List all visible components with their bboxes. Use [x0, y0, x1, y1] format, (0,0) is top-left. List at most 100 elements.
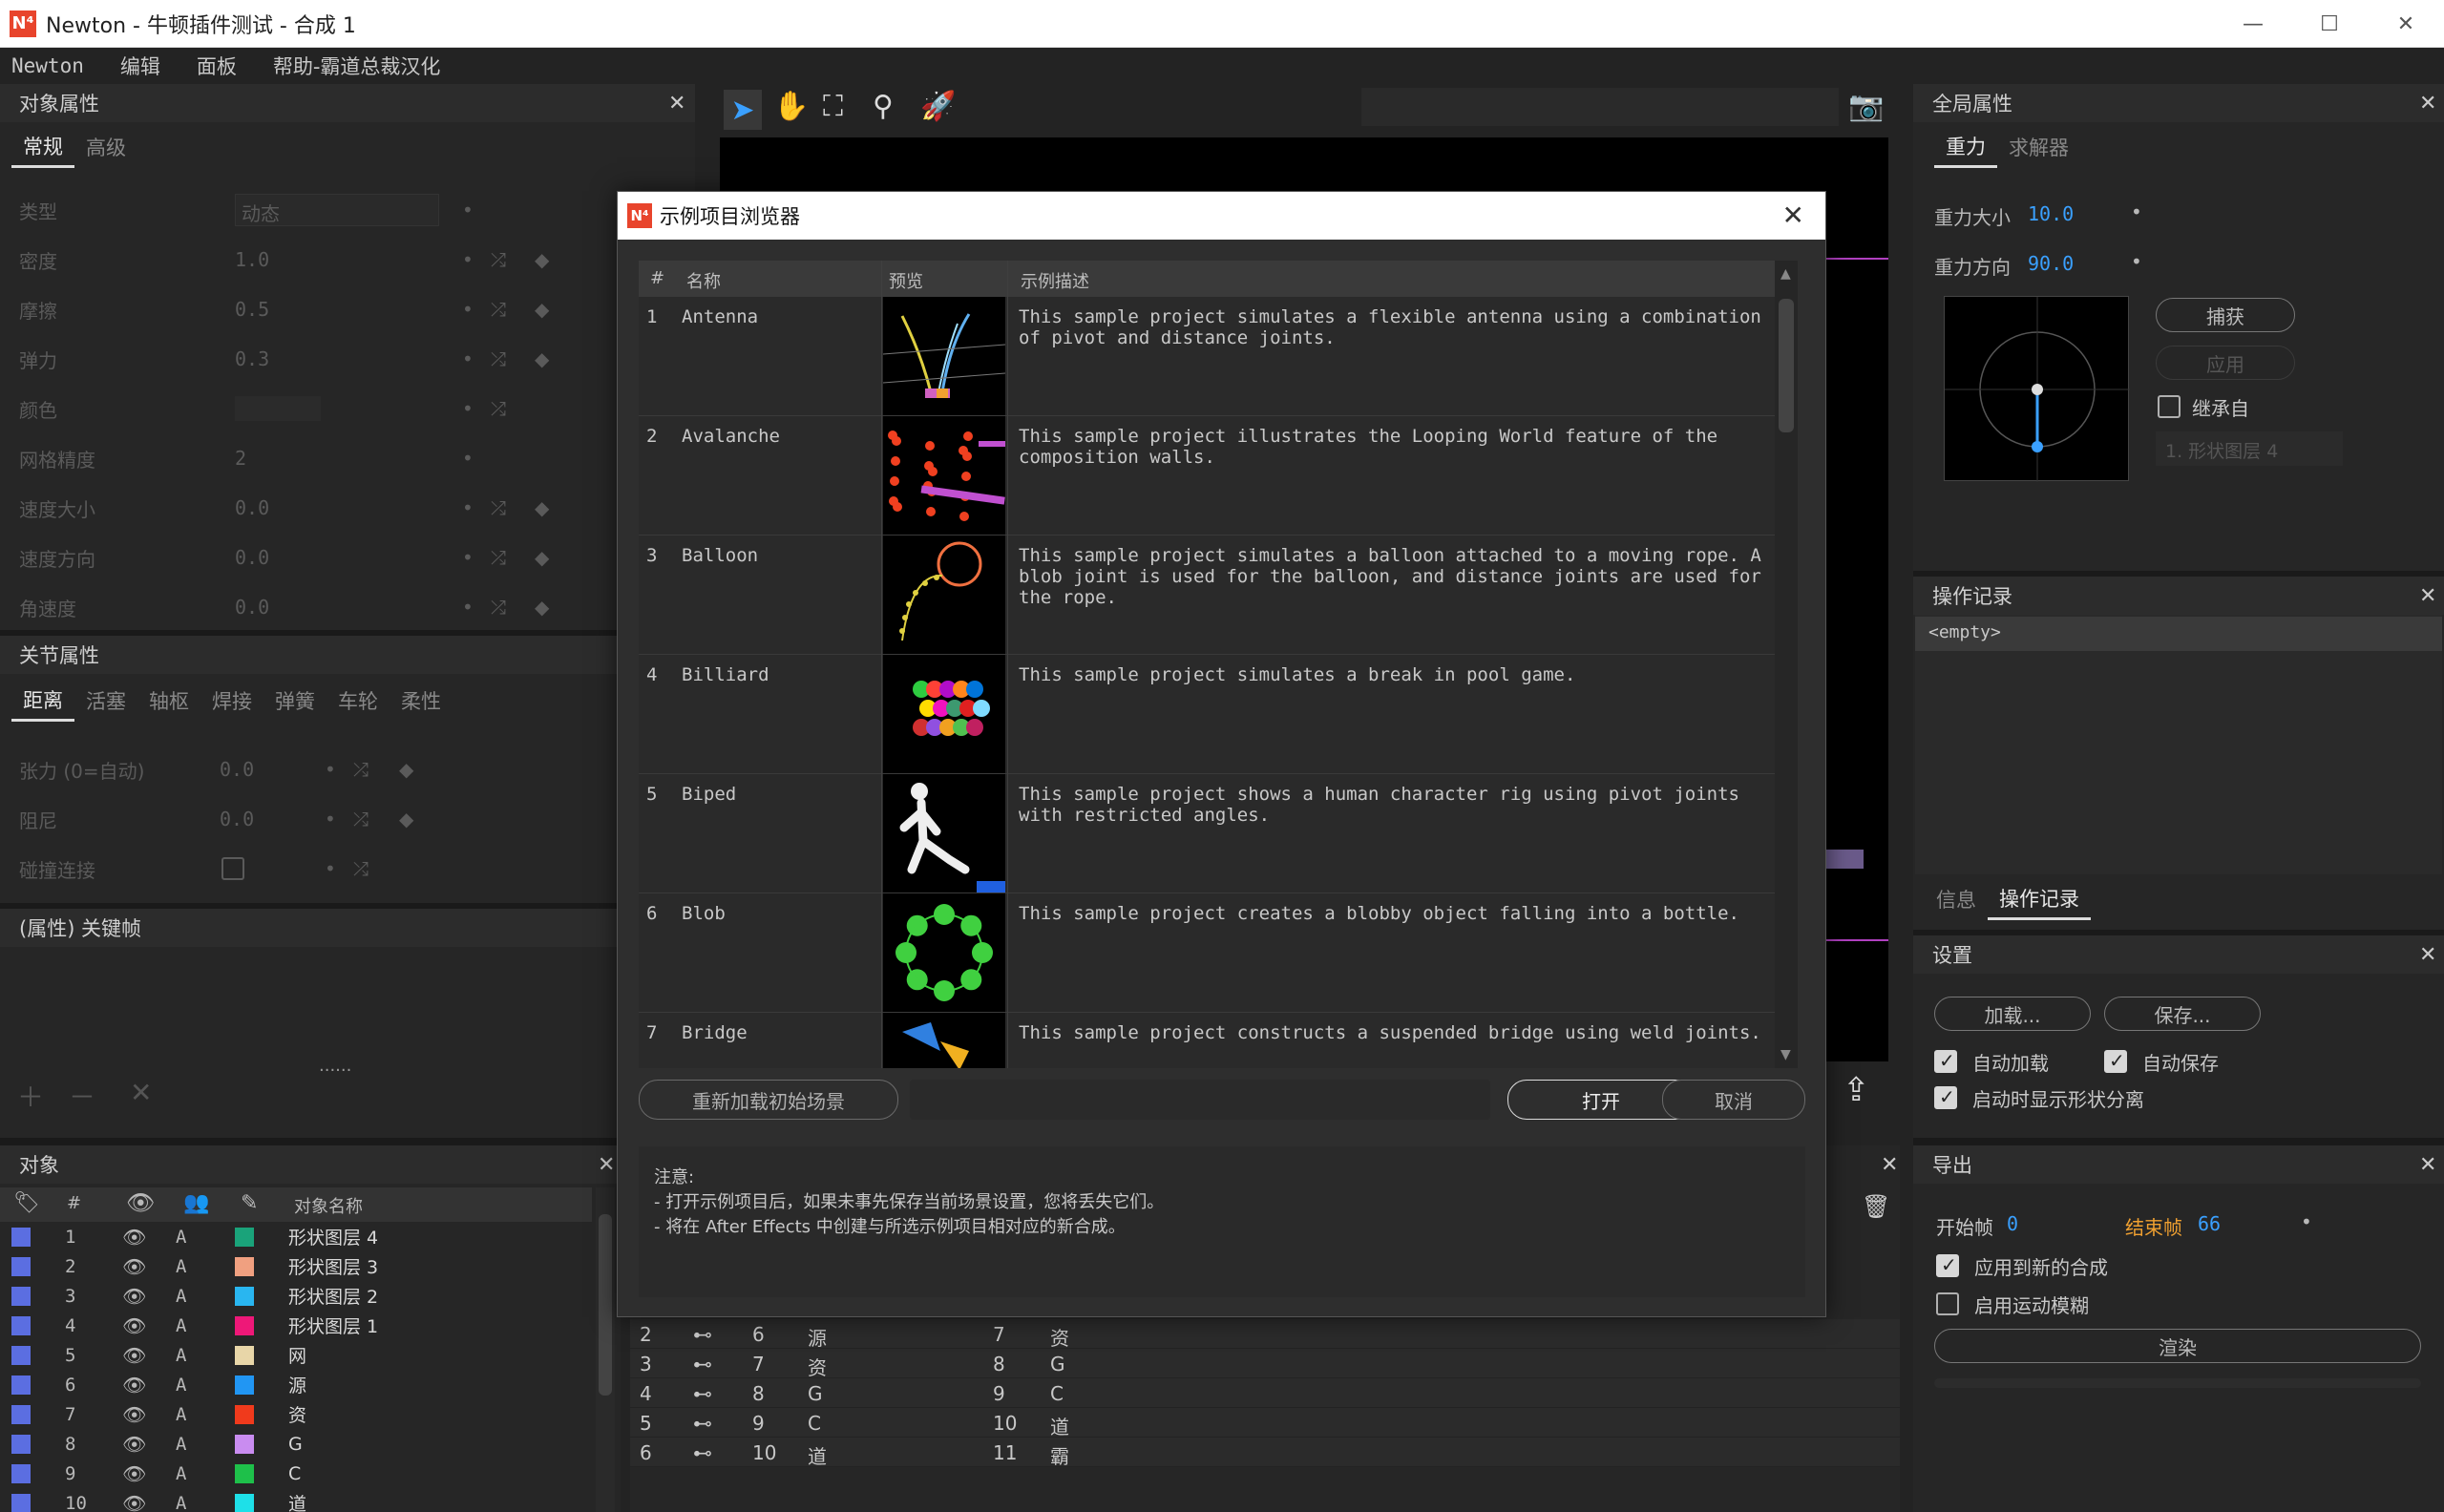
scroll-up-icon[interactable]: ▲	[1780, 266, 1791, 282]
maximize-button[interactable]: ☐	[2291, 0, 2368, 48]
tab-piston[interactable]: 活塞	[74, 680, 137, 722]
table-row[interactable]: 2 👁 A 形状图层 3	[0, 1251, 592, 1281]
tab-pivot[interactable]: 轴枢	[137, 680, 200, 722]
table-row[interactable]: 3 Balloon This sample project simulates a …	[639, 536, 1775, 655]
object-name[interactable]: 源	[288, 1372, 306, 1397]
tab-flexible[interactable]: 柔性	[390, 680, 453, 722]
tab-gravity[interactable]: 重力	[1934, 126, 1997, 168]
menu-help[interactable]: 帮助-霸道总裁汉化	[273, 52, 441, 80]
object-mode[interactable]: A	[176, 1493, 186, 1512]
label-color-chip[interactable]	[11, 1256, 31, 1276]
keyframe-diamond-icon[interactable]: ◆	[399, 808, 413, 830]
table-row[interactable]: 10 👁 A 道	[0, 1488, 592, 1512]
scroll-thumb[interactable]	[1779, 299, 1794, 432]
resize-handle[interactable]: ......	[319, 1056, 351, 1076]
tab-distance[interactable]: 距离	[11, 680, 74, 722]
render-button[interactable]: 渲染	[1934, 1329, 2421, 1363]
table-row[interactable]: 3 ⊷ 7 资 8 G	[630, 1349, 1900, 1379]
close-window-button[interactable]: ✕	[2368, 0, 2444, 48]
table-row[interactable]: 6 👁 A 源	[0, 1370, 592, 1399]
table-scrollbar[interactable]: ▲ ▼	[1775, 261, 1798, 1068]
table-row[interactable]: 4 👁 A 形状图层 1	[0, 1311, 592, 1340]
objects-scrollbar[interactable]	[596, 1187, 615, 1512]
close-icon[interactable]: ✕	[598, 1153, 615, 1177]
object-mode[interactable]: A	[176, 1345, 186, 1366]
inherit-checkbox[interactable]	[2158, 395, 2181, 418]
object-color-swatch[interactable]	[235, 1493, 254, 1512]
remove-icon[interactable]: －	[69, 1077, 95, 1115]
object-name[interactable]: 资	[288, 1401, 306, 1427]
start-frame-value[interactable]: 0	[2007, 1212, 2018, 1235]
keyframe-diamond-icon[interactable]: ◆	[399, 758, 413, 781]
table-row[interactable]: 1 Antenna This sample project simulates a …	[639, 297, 1775, 416]
object-name[interactable]: 网	[288, 1342, 306, 1368]
export-view-icon[interactable]: ⇪	[1843, 1071, 1870, 1109]
select-tool-icon[interactable]: ➤	[724, 90, 762, 130]
object-color-swatch[interactable]	[235, 1434, 254, 1454]
table-row[interactable]: 5 👁 A 网	[0, 1340, 592, 1370]
shuffle-icon[interactable]: ⤮	[491, 596, 506, 619]
keyframe-diamond-icon[interactable]: ◆	[535, 546, 549, 569]
keyframe-diamond-icon[interactable]: ◆	[535, 298, 549, 321]
save-button[interactable]: 保存...	[2104, 997, 2261, 1031]
label-color-chip[interactable]	[11, 1227, 31, 1247]
fit-view-icon[interactable]: ⛶	[823, 90, 843, 123]
table-row[interactable]: 6 Blob This sample project creates a blobb…	[639, 893, 1775, 1013]
cancel-button[interactable]: 取消	[1662, 1080, 1805, 1120]
eye-icon[interactable]: 👁	[122, 1374, 146, 1396]
keyframe-diamond-icon[interactable]: ◆	[535, 248, 549, 271]
object-name[interactable]: G	[288, 1434, 303, 1455]
friction-value[interactable]: 0.5	[235, 298, 269, 321]
motion-blur-checkbox[interactable]	[1936, 1292, 1959, 1315]
tab-advanced[interactable]: 高级	[74, 126, 137, 168]
keyframe-diamond-icon[interactable]: ◆	[535, 496, 549, 519]
label-color-chip[interactable]	[11, 1404, 31, 1424]
object-mode[interactable]: A	[176, 1227, 186, 1248]
table-row[interactable]: 3 👁 A 形状图层 2	[0, 1281, 592, 1311]
delete-icon[interactable]: ✕	[130, 1077, 152, 1108]
table-row[interactable]: 4 ⊷ 8 G 9 C	[630, 1378, 1900, 1408]
eye-icon[interactable]: 👁	[122, 1226, 146, 1249]
menu-newton[interactable]: Newton	[11, 54, 84, 77]
auto-load-checkbox[interactable]	[1934, 1049, 1957, 1073]
object-name[interactable]: 形状图层 3	[288, 1253, 378, 1279]
apply-new-comp-checkbox[interactable]	[1936, 1253, 1959, 1277]
tab-general[interactable]: 常规	[11, 126, 74, 168]
label-color-chip[interactable]	[11, 1493, 31, 1512]
close-icon[interactable]: ✕	[1881, 1153, 1898, 1177]
reload-initial-scene-button[interactable]: 重新加载初始场景	[639, 1080, 898, 1120]
object-mode[interactable]: A	[176, 1256, 186, 1277]
load-button[interactable]: 加载...	[1934, 997, 2091, 1031]
shuffle-icon[interactable]: ⤮	[353, 758, 369, 781]
object-name[interactable]: 形状图层 1	[288, 1312, 378, 1338]
table-row[interactable]: 9 👁 A C	[0, 1459, 592, 1488]
eye-icon[interactable]: 👁	[122, 1462, 146, 1485]
object-name[interactable]: 形状图层 4	[288, 1224, 378, 1250]
shuffle-icon[interactable]: ⤮	[491, 298, 506, 321]
object-mode[interactable]: A	[176, 1434, 186, 1455]
label-color-chip[interactable]	[11, 1286, 31, 1306]
shuffle-icon[interactable]: ⤮	[491, 248, 506, 271]
shuffle-icon[interactable]: ⤮	[491, 546, 506, 569]
object-name[interactable]: 形状图层 2	[288, 1283, 378, 1309]
add-icon[interactable]: ＋	[17, 1077, 44, 1115]
object-mode[interactable]: A	[176, 1375, 186, 1396]
object-mode[interactable]: A	[176, 1286, 186, 1307]
tab-solver[interactable]: 求解器	[1997, 126, 2080, 168]
eye-icon[interactable]: 👁	[122, 1285, 146, 1308]
eye-icon[interactable]: 👁	[122, 1344, 146, 1367]
color-swatch[interactable]	[235, 396, 321, 421]
close-icon[interactable]: ✕	[668, 92, 685, 116]
object-color-swatch[interactable]	[235, 1315, 254, 1335]
eye-icon[interactable]: 👁	[122, 1492, 146, 1512]
keyframe-diamond-icon[interactable]: ◆	[535, 347, 549, 370]
capture-button[interactable]: 捕获	[2156, 298, 2295, 332]
close-icon[interactable]: ✕	[2419, 92, 2436, 116]
pin-tool-icon[interactable]: ⚲	[873, 90, 894, 123]
label-color-chip[interactable]	[11, 1315, 31, 1335]
shuffle-icon[interactable]: ⤮	[491, 347, 506, 370]
collide-checkbox[interactable]	[221, 857, 244, 880]
history-item[interactable]: <empty>	[1915, 617, 2442, 651]
scroll-down-icon[interactable]: ▼	[1780, 1047, 1791, 1062]
tab-spring[interactable]: 弹簧	[263, 680, 327, 722]
